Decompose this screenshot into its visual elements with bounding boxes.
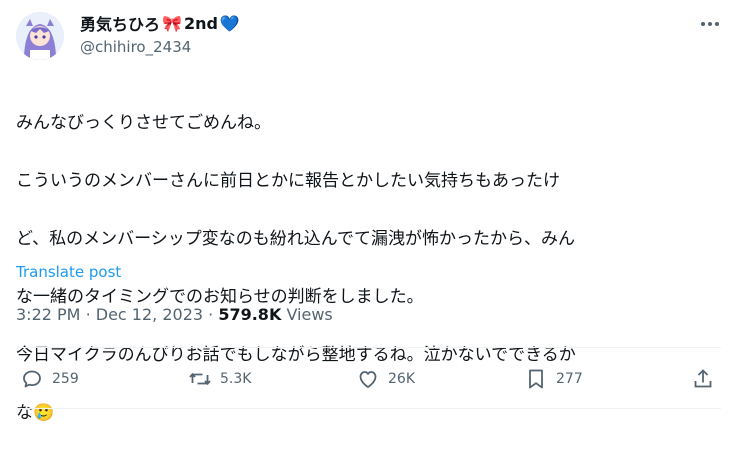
reply-count: 259: [52, 371, 79, 387]
post-line-last: な🥲: [16, 399, 721, 428]
translate-post-link[interactable]: Translate post: [16, 263, 121, 281]
repost-icon: [189, 372, 211, 386]
views-count: 579.8K: [218, 305, 282, 324]
divider: [16, 408, 721, 409]
author-handle[interactable]: @chihiro_2434: [80, 38, 191, 56]
post-line: こういうのメンバーさんに前日とかに報告とかしたい気持ちもあったけ: [16, 171, 560, 191]
more-icon: [701, 22, 719, 26]
post-text: みんなびっくりさせてごめんね。 こういうのメンバーさんに前日とかに報告とかしたい…: [16, 80, 721, 457]
share-button[interactable]: [691, 367, 715, 391]
meta-separator: ·: [208, 305, 214, 324]
post-time[interactable]: 3:22 PM: [16, 305, 80, 324]
crying-emoji: 🥲: [33, 403, 55, 423]
post-line: ど、私のメンバーシップ変なのも紛れ込んでて漏洩が怖かったから、みん: [16, 229, 575, 249]
reply-button[interactable]: 259: [20, 367, 79, 391]
action-bar: 259 5.3K 26K 277: [16, 359, 721, 399]
bookmark-icon: [529, 369, 543, 389]
like-count: 26K: [388, 371, 415, 387]
share-icon: [694, 369, 712, 388]
post-line: みんなびっくりさせてごめんね。: [16, 113, 271, 133]
more-button[interactable]: [697, 14, 723, 34]
views-label: Views: [286, 305, 333, 324]
like-button[interactable]: 26K: [356, 367, 415, 391]
author-name[interactable]: 勇気ちひろ 🎀 2nd 💙: [80, 12, 240, 35]
bookmark-count: 277: [556, 371, 583, 387]
blue-heart-emoji: 💙: [219, 13, 240, 33]
avatar[interactable]: [16, 12, 64, 60]
repost-button[interactable]: 5.3K: [188, 367, 251, 391]
ribbon-emoji: 🎀: [162, 13, 182, 33]
repost-count: 5.3K: [220, 371, 252, 387]
post-meta: 3:22 PM · Dec 12, 2023 · 579.8K Views: [16, 305, 333, 324]
name-suffix: 2nd: [183, 13, 218, 33]
bookmark-button[interactable]: 277: [524, 367, 583, 391]
reply-icon: [23, 370, 41, 388]
meta-separator: ·: [85, 305, 91, 324]
post-date[interactable]: Dec 12, 2023: [96, 305, 203, 324]
avatar-image: [16, 12, 64, 60]
divider: [16, 347, 721, 348]
like-icon: [359, 371, 377, 388]
display-name: 勇気ちひろ: [80, 15, 161, 34]
post-line: な: [16, 403, 33, 423]
